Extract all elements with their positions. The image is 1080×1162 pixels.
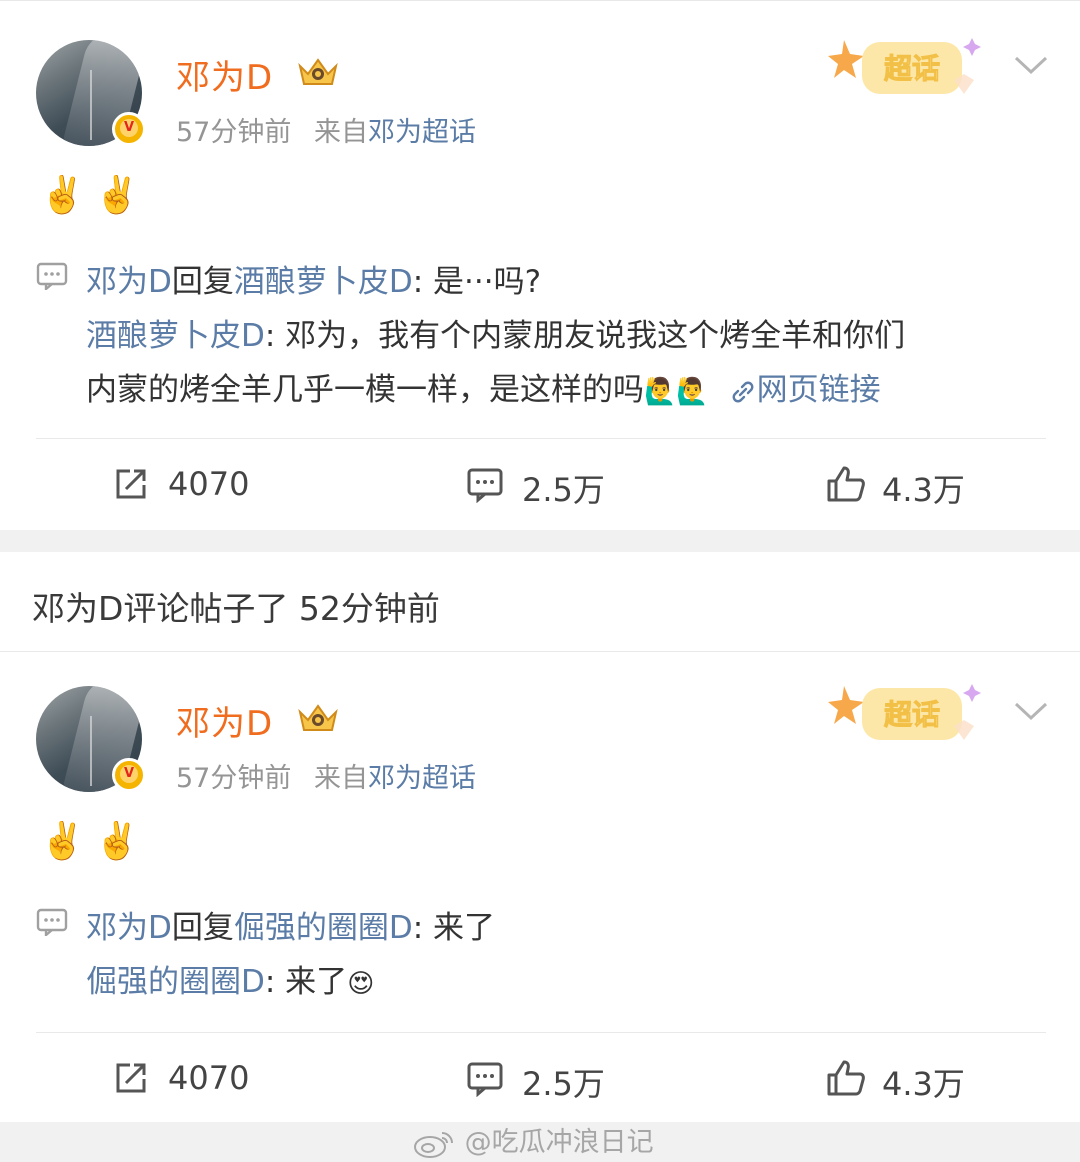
chaohua-badge-icon[interactable]: 超话 [822,676,990,756]
thumbs-up-icon [827,1060,865,1096]
quote-author[interactable]: 酒酿萝卜皮D [86,318,265,354]
repost-count: 4070 [168,465,250,503]
post-card-2: V 邓为D 57分钟前 来自邓为超话 超话 ✌️✌️ 邓为D回复倔强的圈圈D: … [0,652,1080,1122]
chaohua-badge-icon[interactable]: 超话 [822,30,990,110]
repost-button[interactable]: 4070 [112,465,272,505]
divider [36,438,1046,439]
chevron-down-icon[interactable] [1014,700,1048,722]
quote-text-1: : 来了 [264,964,348,1000]
reply-text: : 来了 [412,910,496,946]
comment-button[interactable]: 2.5万 [466,1059,636,1103]
reply-target[interactable]: 酒酿萝卜皮D [234,264,413,300]
post-time: 57分钟前 [176,763,292,794]
post-emojis: ✌️✌️ [40,175,150,216]
reply-author[interactable]: 邓为D [86,264,172,300]
post-meta: 57分钟前 来自邓为超话 [176,756,476,795]
quote-text-2: 内蒙的烤全羊几乎一模一样，是这样的吗 [86,372,644,408]
repost-icon [116,1063,146,1093]
quote-line-1: 倔强的圈圈D: 来了😍 [86,956,374,1001]
reply-line: 邓为D回复酒酿萝卜皮D: 是···吗? [86,256,541,301]
crown-icon [298,704,338,731]
author-name[interactable]: 邓为D [176,696,273,745]
comment-button[interactable]: 2.5万 [466,465,636,509]
comment-icon [467,1062,503,1097]
repost-icon [116,469,146,499]
source-link[interactable]: 邓为超话 [368,763,476,794]
reply-verb: 回复 [171,910,234,946]
svg-text:超话: 超话 [884,698,940,731]
thumbs-up-icon [827,466,865,502]
web-link-label: 网页链接 [756,372,881,408]
post-card-1: V 邓为D 57分钟前 来自邓为超话 超话 ✌️✌️ 邓为D回复酒酿萝卜皮D: … [0,0,1080,530]
like-button[interactable]: 4.3万 [826,465,996,509]
reply-line: 邓为D回复倔强的圈圈D: 来了 [86,902,495,947]
post-emojis: ✌️✌️ [40,821,150,862]
weibo-logo-icon [414,1131,453,1158]
comment-count: 2.5万 [522,471,605,509]
chevron-down-icon[interactable] [1014,54,1048,76]
crown-icon [298,58,338,85]
reply-text: : 是···吗? [412,264,542,300]
watermark-text: @吃瓜冲浪日记 [464,1127,654,1158]
repost-button[interactable]: 4070 [112,1059,272,1099]
quote-author[interactable]: 倔强的圈圈D [86,964,265,1000]
like-count: 4.3万 [882,471,965,509]
quote-line-1: 酒酿萝卜皮D: 邓为，我有个内蒙朋友说我这个烤全羊和你们 [86,310,905,355]
divider [0,0,1080,1]
verified-badge-icon: V [112,112,146,146]
reply-verb: 回复 [171,264,234,300]
comment-icon [467,468,503,503]
author-name[interactable]: 邓为D [176,50,273,99]
section-title: 邓为D评论帖子了 52分钟前 [32,589,440,628]
repost-count: 4070 [168,1059,250,1097]
watermark: @吃瓜冲浪日记 [412,1120,654,1159]
source-prefix: 来自 [313,117,368,148]
reply-target[interactable]: 倔强的圈圈D [234,910,413,946]
link-icon [732,381,754,402]
comment-icon [36,262,68,290]
quote-emoji: 🙋‍♂️🙋‍♂️ [644,376,709,407]
source-link[interactable]: 邓为超话 [368,117,476,148]
post-meta: 57分钟前 来自邓为超话 [176,110,476,149]
section-divider [0,530,1080,552]
reply-author[interactable]: 邓为D [86,910,172,946]
svg-text:超话: 超话 [884,52,940,85]
like-button[interactable]: 4.3万 [826,1059,996,1103]
comment-count: 2.5万 [522,1065,605,1103]
verified-badge-icon: V [112,758,146,792]
comment-icon [36,908,68,936]
web-link[interactable]: 网页链接 [729,372,881,408]
source-prefix: 来自 [313,763,368,794]
quote-line-2: 内蒙的烤全羊几乎一模一样，是这样的吗🙋‍♂️🙋‍♂️ 网页链接 [86,364,881,409]
like-count: 4.3万 [882,1065,965,1103]
post-time: 57分钟前 [176,117,292,148]
quote-text-1: : 邓为，我有个内蒙朋友说我这个烤全羊和你们 [264,318,906,354]
divider [36,1032,1046,1033]
quote-emoji: 😍 [347,968,375,999]
